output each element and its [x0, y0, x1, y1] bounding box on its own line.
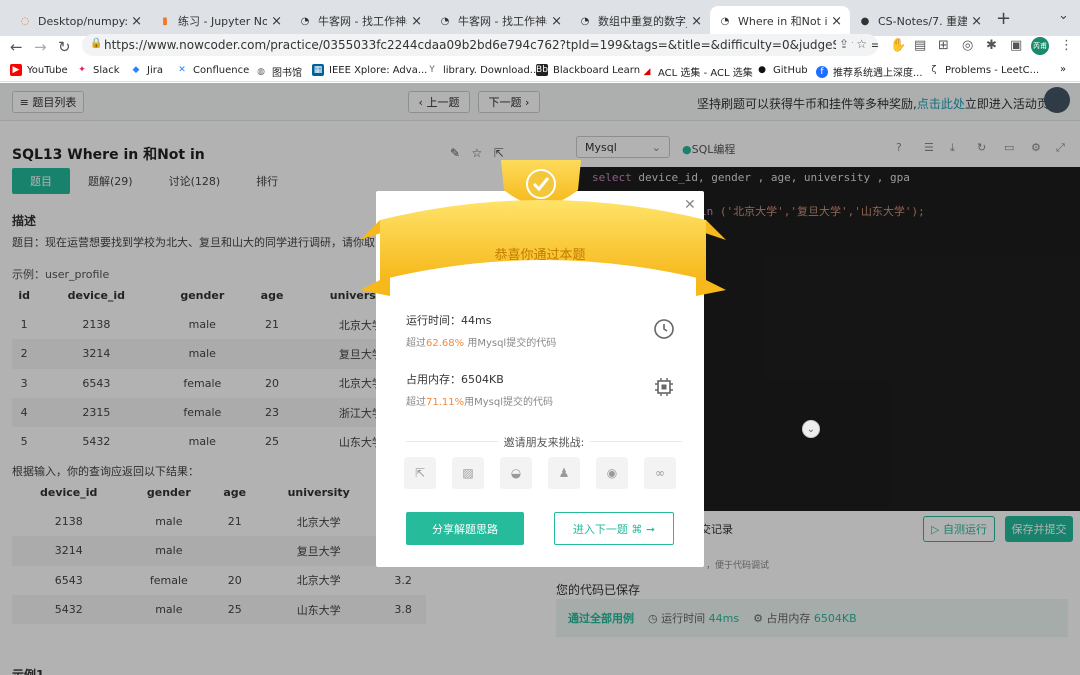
browser-tab[interactable]: ▮练习 - Jupyter Notebo× [150, 6, 290, 36]
back-icon[interactable]: ← [10, 38, 23, 56]
new-tab-icon[interactable]: + [996, 8, 1011, 29]
jira-icon: ◆ [132, 65, 140, 75]
nowcoder-icon: ◔ [440, 15, 450, 27]
browser-tab[interactable]: ◌Desktop/numpy:pand× [10, 6, 150, 36]
forward-icon[interactable]: → [34, 38, 47, 56]
runtime-stat: 运行时间：44ms [406, 314, 492, 327]
tab-favicon-icon: ◌ [20, 15, 30, 27]
image-icon[interactable]: ▨ [452, 457, 484, 489]
browser-tab[interactable]: ◔牛客网 - 找工作神器|笔× [430, 6, 570, 36]
extension-icon[interactable]: ◎ [962, 38, 973, 53]
bookmark-library-download[interactable]: Ylibrary. Download... [426, 64, 539, 76]
close-tab-icon[interactable]: × [831, 14, 842, 29]
bookmark-jira[interactable]: ◆ Jira [130, 64, 163, 76]
menu-icon[interactable]: ⋮ [1060, 38, 1073, 53]
tab-search-icon[interactable]: ⌄ [1058, 8, 1069, 23]
extension-icon[interactable]: ▤ [914, 38, 926, 53]
clock-icon [654, 319, 674, 339]
library-download-icon: Y [429, 65, 435, 75]
bookmark-youtube[interactable]: ▶ YouTube [10, 64, 68, 76]
bookmark-recsys[interactable]: f 推荐系统遇上深度... [816, 64, 923, 79]
github-icon: ● [758, 65, 766, 75]
collapse-icon[interactable]: ⌄ [802, 420, 820, 438]
confluence-icon: ✕ [178, 65, 186, 75]
close-icon[interactable]: ✕ [684, 197, 696, 213]
sidebar-icon[interactable]: ▣ [1010, 38, 1022, 53]
browser-tab[interactable]: ◔牛客网 - 找工作神器|笔× [290, 6, 430, 36]
browser-tab-active[interactable]: ◔Where in 和Not in_牛× [710, 6, 850, 36]
bookmark-acl[interactable]: ◢ ACL 选集 - ACL 选集 [641, 64, 753, 80]
extension-icon[interactable]: ✋ [890, 38, 906, 53]
youtube-icon: ▶ [10, 64, 22, 76]
profile-avatar[interactable]: 芮甫 [1031, 37, 1049, 55]
library-icon: ◍ [257, 66, 265, 77]
blackboard-icon: Bb [536, 64, 548, 76]
bookmark-github[interactable]: ● GitHub [756, 64, 808, 76]
acl-icon: ◢ [643, 66, 651, 77]
bookmark-blackboard[interactable]: Bb Blackboard Learn [536, 64, 640, 76]
ieee-icon: ▦ [312, 64, 324, 76]
bookmark-star-icon[interactable]: ☆ [853, 37, 870, 51]
puzzle-icon[interactable]: ✱ [986, 38, 997, 53]
chip-icon [655, 378, 673, 396]
congrats-title: 恭喜你通过本题 [494, 248, 586, 263]
browser-tab[interactable]: ●CS-Notes/7. 重建二叉× [850, 6, 990, 36]
trophy-banner [360, 160, 726, 296]
memory-stat: 占用内存：6504KB [406, 373, 504, 386]
bookmark-slack[interactable]: ✦ Slack [76, 64, 119, 76]
close-tab-icon[interactable]: × [691, 14, 702, 29]
bookmarks-overflow-icon[interactable]: » [1060, 64, 1066, 75]
share-icon[interactable]: ⇪ [835, 37, 852, 51]
close-tab-icon[interactable]: × [271, 14, 282, 29]
qq-icon[interactable]: ♟ [548, 457, 580, 489]
close-tab-icon[interactable]: × [131, 14, 142, 29]
recsys-icon: f [816, 65, 828, 78]
bookmark-ieee[interactable]: ▦ IEEE Xplore: Adva... [312, 64, 427, 76]
jupyter-icon: ▮ [162, 15, 168, 27]
share-solution-button[interactable]: 分享解题思路 [406, 512, 524, 545]
nowcoder-icon: ◔ [300, 15, 310, 27]
reload-icon[interactable]: ↻ [58, 38, 71, 56]
bookmark-leetcode[interactable]: ζ Problems - LeetC... [928, 64, 1040, 76]
slack-icon: ✦ [78, 65, 86, 75]
weibo-icon[interactable]: ◉ [596, 457, 628, 489]
wechat-icon[interactable]: ◒ [500, 457, 532, 489]
bookmark-library[interactable]: ◍ 图书馆 [255, 64, 302, 80]
close-tab-icon[interactable]: × [971, 14, 982, 29]
next-problem-modal-button[interactable]: 进入下一题 ⌘ ➞ [554, 512, 674, 545]
link-icon[interactable]: ∞ [644, 457, 676, 489]
github-icon: ● [860, 15, 870, 27]
nowcoder-icon: ◔ [580, 15, 590, 27]
nowcoder-icon: ◔ [720, 15, 730, 27]
memory-beat: 超过71.11%用Mysql提交的代码 [406, 397, 554, 408]
close-tab-icon[interactable]: × [411, 14, 422, 29]
share-link-icon[interactable]: ⇱ [404, 457, 436, 489]
extension-icon[interactable]: ⊞ [938, 38, 949, 53]
browser-tab-bar: ◌Desktop/numpy:pand× ▮练习 - Jupyter Noteb… [0, 0, 1080, 36]
url-input[interactable]: 🔒 https://www.nowcoder.com/practice/0355… [82, 34, 878, 56]
runtime-beat: 超过62.68% 用Mysql提交的代码 [406, 338, 557, 349]
lock-icon: 🔒 [90, 38, 103, 49]
close-tab-icon[interactable]: × [551, 14, 562, 29]
bookmark-confluence[interactable]: ✕ Confluence [176, 64, 249, 76]
invite-label: 邀请朋友来挑战: [406, 434, 682, 450]
browser-tab[interactable]: ◔数组中重复的数字_牛客× [570, 6, 710, 36]
bookmarks-bar: ▶ YouTube ✦ Slack ◆ Jira ✕ Confluence ◍ 图书馆 ▦… [0, 60, 1080, 82]
leetcode-icon: ζ [931, 65, 937, 75]
